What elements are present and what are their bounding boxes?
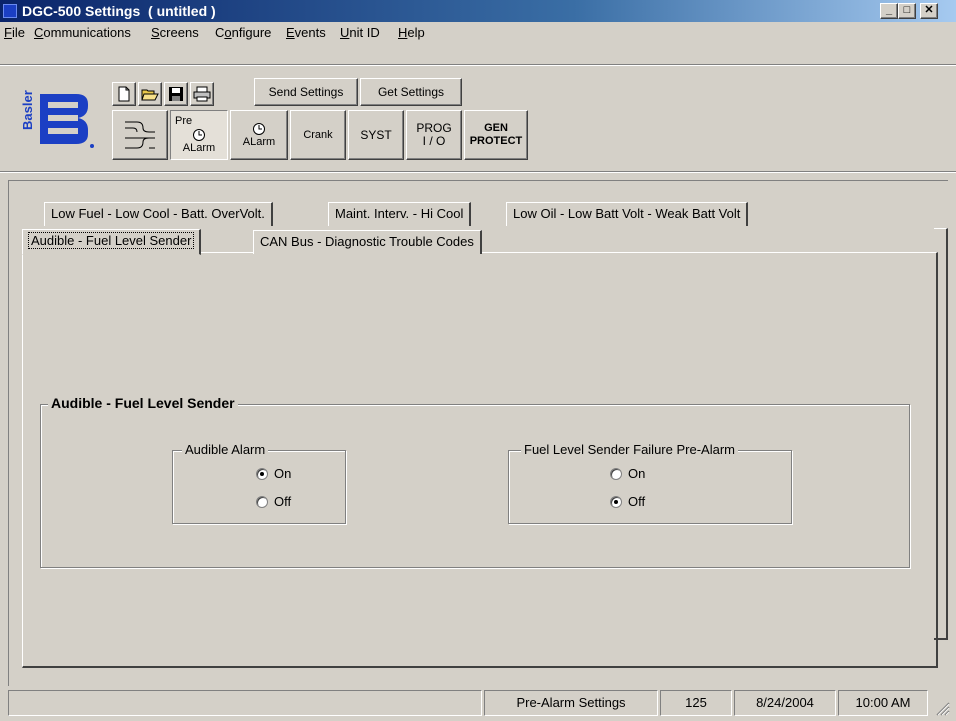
audible-alarm-off-label: Off: [274, 494, 292, 509]
send-settings-button[interactable]: Send Settings: [254, 78, 358, 106]
screen-gen-protect-button[interactable]: GEN PROTECT: [464, 110, 528, 160]
new-document-icon: [118, 86, 130, 102]
menu-configure[interactable]: Configure: [215, 25, 271, 40]
status-time: 10:00 AM: [838, 690, 928, 716]
menu-separator: [0, 64, 956, 66]
toolbar-separator: [0, 171, 956, 173]
radio-unselected-icon: [256, 495, 268, 508]
screen-alarm-button[interactable]: ALarm: [230, 110, 288, 160]
radio-selected-icon: [610, 495, 622, 508]
logic-diagram-icon: [125, 121, 155, 149]
status-value: 125: [660, 690, 732, 716]
print-button[interactable]: [190, 82, 214, 106]
fuel-sender-failure-group: [508, 450, 792, 524]
minimize-button[interactable]: _: [880, 3, 898, 19]
audible-alarm-on-label: On: [274, 466, 292, 481]
alarm-clock-icon: [253, 122, 265, 135]
screen-crank-button[interactable]: Crank: [290, 110, 346, 160]
basler-logo: Basler: [18, 82, 98, 154]
tab-can-bus-diagnostic[interactable]: CAN Bus - Diagnostic Trouble Codes: [253, 230, 482, 254]
printer-icon: [193, 86, 211, 102]
maximize-button[interactable]: □: [898, 3, 916, 19]
fuel-sender-on-radio[interactable]: On: [610, 466, 645, 481]
audible-alarm-on-radio[interactable]: On: [256, 466, 291, 481]
title-bar[interactable]: DGC-500 Settings ( untitled ) _ □ ✕: [0, 0, 956, 22]
clock-icon: [193, 129, 205, 141]
tab-stack-edge: [934, 228, 948, 640]
radio-selected-icon: [256, 467, 268, 480]
radio-unselected-icon: [610, 467, 622, 480]
new-file-button[interactable]: [112, 82, 136, 106]
fuel-sender-failure-legend: Fuel Level Sender Failure Pre-Alarm: [521, 442, 738, 457]
pre-alarm-top-label: Pre: [175, 115, 193, 127]
close-button[interactable]: ✕: [920, 3, 938, 19]
screen-logic-button[interactable]: [112, 110, 168, 160]
open-file-button[interactable]: [138, 82, 162, 106]
screen-prog-io-button[interactable]: PROG I / O: [406, 110, 462, 160]
status-section: Pre-Alarm Settings: [484, 690, 658, 716]
audible-alarm-legend: Audible Alarm: [182, 442, 269, 457]
status-main-pane: [8, 690, 482, 716]
menu-screens[interactable]: Screens: [151, 25, 199, 40]
status-date: 8/24/2004: [734, 690, 836, 716]
fuel-sender-on-label: On: [628, 466, 646, 481]
alarm-label: ALarm: [242, 135, 276, 148]
active-tab-label: Audible - Fuel Level Sender: [27, 232, 195, 249]
menu-bar: File Communications Screens Configure Ev…: [0, 22, 956, 42]
tab-low-fuel-low-cool[interactable]: Low Fuel - Low Cool - Batt. OverVolt.: [44, 202, 273, 226]
resize-grip-icon[interactable]: [932, 698, 950, 716]
pre-alarm-bottom-label: ALarm: [182, 142, 216, 154]
io-label: I / O: [422, 134, 446, 148]
app-icon[interactable]: [3, 4, 17, 18]
floppy-disk-icon: [169, 87, 183, 101]
protect-label: PROTECT: [469, 135, 523, 147]
screen-syst-button[interactable]: SYST: [348, 110, 404, 160]
tab-audible-fuel-level-sender[interactable]: Audible - Fuel Level Sender: [22, 229, 202, 255]
fuel-sender-off-label: Off: [628, 494, 646, 509]
save-file-button[interactable]: [164, 82, 188, 106]
audible-alarm-group: [172, 450, 346, 524]
group-title: Audible - Fuel Level Sender: [48, 395, 238, 411]
screen-pre-alarm-button[interactable]: Pre ALarm: [170, 110, 228, 160]
gen-label: GEN: [484, 122, 508, 134]
menu-communications[interactable]: Communications: [34, 25, 131, 40]
menu-help[interactable]: Help: [398, 25, 425, 40]
tab-maint-interv-hi-cool[interactable]: Maint. Interv. - Hi Cool: [328, 202, 472, 226]
tab-low-oil-low-batt[interactable]: Low Oil - Low Batt Volt - Weak Batt Volt: [506, 202, 749, 226]
menu-events[interactable]: Events: [286, 25, 326, 40]
fuel-sender-off-radio[interactable]: Off: [610, 494, 645, 509]
menu-file[interactable]: File: [4, 25, 25, 40]
audible-alarm-off-radio[interactable]: Off: [256, 494, 291, 509]
get-settings-button[interactable]: Get Settings: [360, 78, 462, 106]
open-folder-icon: [141, 89, 159, 101]
window-title: DGC-500 Settings ( untitled ): [22, 3, 216, 19]
menu-unit-id[interactable]: Unit ID: [340, 25, 380, 40]
svg-text:Basler: Basler: [20, 90, 35, 130]
